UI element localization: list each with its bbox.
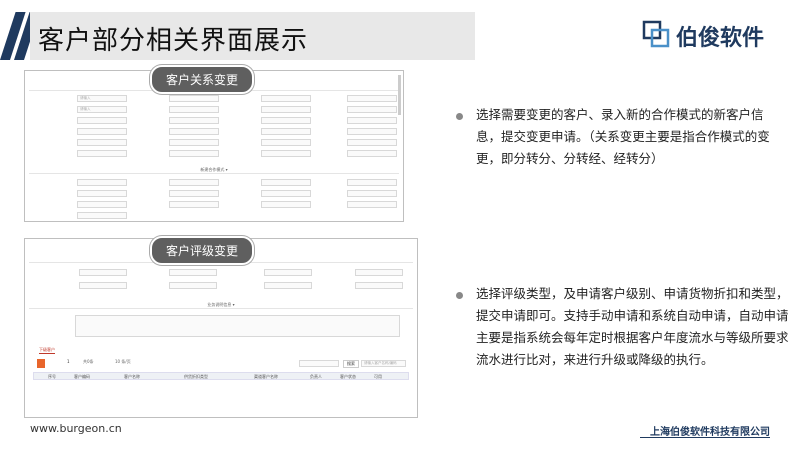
form-field[interactable] (347, 139, 397, 146)
form-field[interactable] (347, 190, 397, 197)
total-count: 共0条 (83, 359, 94, 364)
form-field[interactable] (77, 150, 127, 157)
form-field[interactable] (261, 95, 311, 102)
form-field[interactable] (77, 190, 127, 197)
form-field[interactable] (355, 282, 403, 289)
pagination: 1 共0条 10 条/页 (37, 359, 237, 369)
form-field[interactable] (79, 269, 127, 276)
description-rating-change: 选择评级类型，及申请客户级别、申请货物折扣和类型，提交申请即可。支持手动申请和系… (476, 286, 789, 367)
form-field[interactable] (264, 282, 312, 289)
form-field[interactable] (261, 201, 311, 208)
form-field[interactable] (77, 201, 127, 208)
form-field[interactable] (347, 117, 397, 124)
col-header: 客户状态 (340, 374, 356, 379)
form-field[interactable] (77, 128, 127, 135)
form-field[interactable] (261, 117, 311, 124)
form-field[interactable] (347, 95, 397, 102)
business-description-textarea[interactable] (75, 315, 400, 337)
tab-subordinate-customers[interactable]: 下级客户 (39, 347, 55, 354)
form-field[interactable] (79, 282, 127, 289)
filter-select[interactable] (299, 360, 339, 367)
form-field[interactable] (169, 106, 219, 113)
col-header: 渠道客户名称 (254, 374, 278, 379)
form-field[interactable] (77, 179, 127, 186)
form-field[interactable] (261, 128, 311, 135)
form-field[interactable] (261, 139, 311, 146)
form-field[interactable]: 请输入 (77, 106, 127, 113)
form-field[interactable] (169, 117, 219, 124)
form-field[interactable] (347, 128, 397, 135)
section-business-info: 业务说明信息 ▾ (29, 301, 413, 309)
logo-text: 伯俊软件 (676, 26, 765, 51)
form-field[interactable]: 请输入 (77, 95, 127, 102)
form-field[interactable] (261, 150, 311, 157)
form-field[interactable] (169, 179, 219, 186)
form-field[interactable] (169, 269, 217, 276)
table-header: 序号 客户编码 客户名称 供货折扣类型 渠道客户名称 负责人 客户状态 可用 (33, 372, 409, 380)
form-field[interactable] (77, 212, 127, 219)
form-field[interactable] (169, 95, 219, 102)
footer-company: 上海伯俊软件科技有限公司 (650, 427, 770, 438)
customer-rating-panel: 基础信息 业务说明信息 ▾ 下级客户 1 共0条 10 条/页 请输入客户名称/… (24, 238, 418, 418)
col-header: 负责人 (310, 374, 322, 379)
form-field[interactable] (261, 106, 311, 113)
form-field[interactable] (169, 150, 219, 157)
prev-page-button[interactable] (37, 359, 45, 368)
form-field[interactable] (169, 282, 217, 289)
col-header: 供货折扣类型 (184, 374, 208, 379)
panel-label-relation: 客户关系变更 (150, 65, 255, 94)
burgeon-logo-icon (642, 20, 670, 48)
form-field[interactable] (77, 139, 127, 146)
form-field[interactable] (169, 201, 219, 208)
col-header: 客户编码 (74, 374, 90, 379)
form-field[interactable] (355, 269, 403, 276)
form-field[interactable] (347, 106, 397, 113)
form-field[interactable] (169, 139, 219, 146)
form-field[interactable] (169, 190, 219, 197)
form-field[interactable] (347, 179, 397, 186)
panel-label-rating: 客户评级变更 (150, 236, 255, 265)
search-input[interactable]: 请输入客户名称/编码 (361, 360, 406, 367)
search-button[interactable]: 搜索 (343, 360, 359, 368)
page-size-select[interactable]: 10 条/页 (115, 359, 131, 365)
form-field[interactable] (77, 117, 127, 124)
page-title: 客户部分相关界面展示 (38, 26, 309, 56)
section-new-mode: 新建合作模式 ▾ (29, 166, 399, 174)
bullet-dot (456, 292, 463, 299)
col-header: 序号 (48, 374, 56, 379)
form-field[interactable] (347, 201, 397, 208)
form-field[interactable] (261, 179, 311, 186)
description-relation-change: 选择需要变更的客户、录入新的合作模式的新客户信息，提交变更申请。（关系变更主要是… (476, 107, 770, 166)
form-field[interactable] (264, 269, 312, 276)
page-number[interactable]: 1 (67, 359, 70, 364)
col-header: 可用 (374, 374, 382, 379)
form-field[interactable] (169, 128, 219, 135)
footer-divider (640, 437, 770, 438)
footer-url[interactable]: www.burgeon.cn (30, 422, 122, 435)
bullet-dot (456, 113, 463, 120)
form-field[interactable] (347, 150, 397, 157)
col-header: 客户名称 (124, 374, 140, 379)
form-field[interactable] (261, 190, 311, 197)
